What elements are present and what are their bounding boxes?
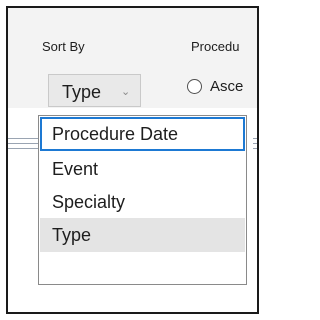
divider-line	[253, 143, 257, 144]
option-event[interactable]: Event	[40, 152, 245, 186]
sort-by-dropdown-list: Procedure Date Event Specialty Type	[38, 115, 247, 285]
option-type[interactable]: Type	[40, 218, 245, 252]
sort-by-selected-value: Type	[62, 82, 102, 102]
divider-line	[8, 148, 38, 149]
ascending-radio[interactable]	[187, 79, 202, 94]
divider-line	[8, 143, 38, 144]
chevron-down-icon: ⌄	[121, 86, 131, 98]
sort-by-label: Sort By	[42, 39, 85, 54]
divider-line	[253, 148, 257, 149]
procedure-label: Procedu	[191, 39, 240, 54]
sort-by-combobox[interactable]: Type ⌄	[48, 74, 141, 107]
option-procedure-date[interactable]: Procedure Date	[40, 117, 245, 151]
ascending-radio-label: Asce	[210, 78, 244, 95]
divider-line	[8, 138, 38, 139]
option-specialty[interactable]: Specialty	[40, 185, 245, 219]
divider-line	[253, 138, 257, 139]
toolbar: Sort By Procedu Type ⌄ Asce	[8, 8, 257, 108]
